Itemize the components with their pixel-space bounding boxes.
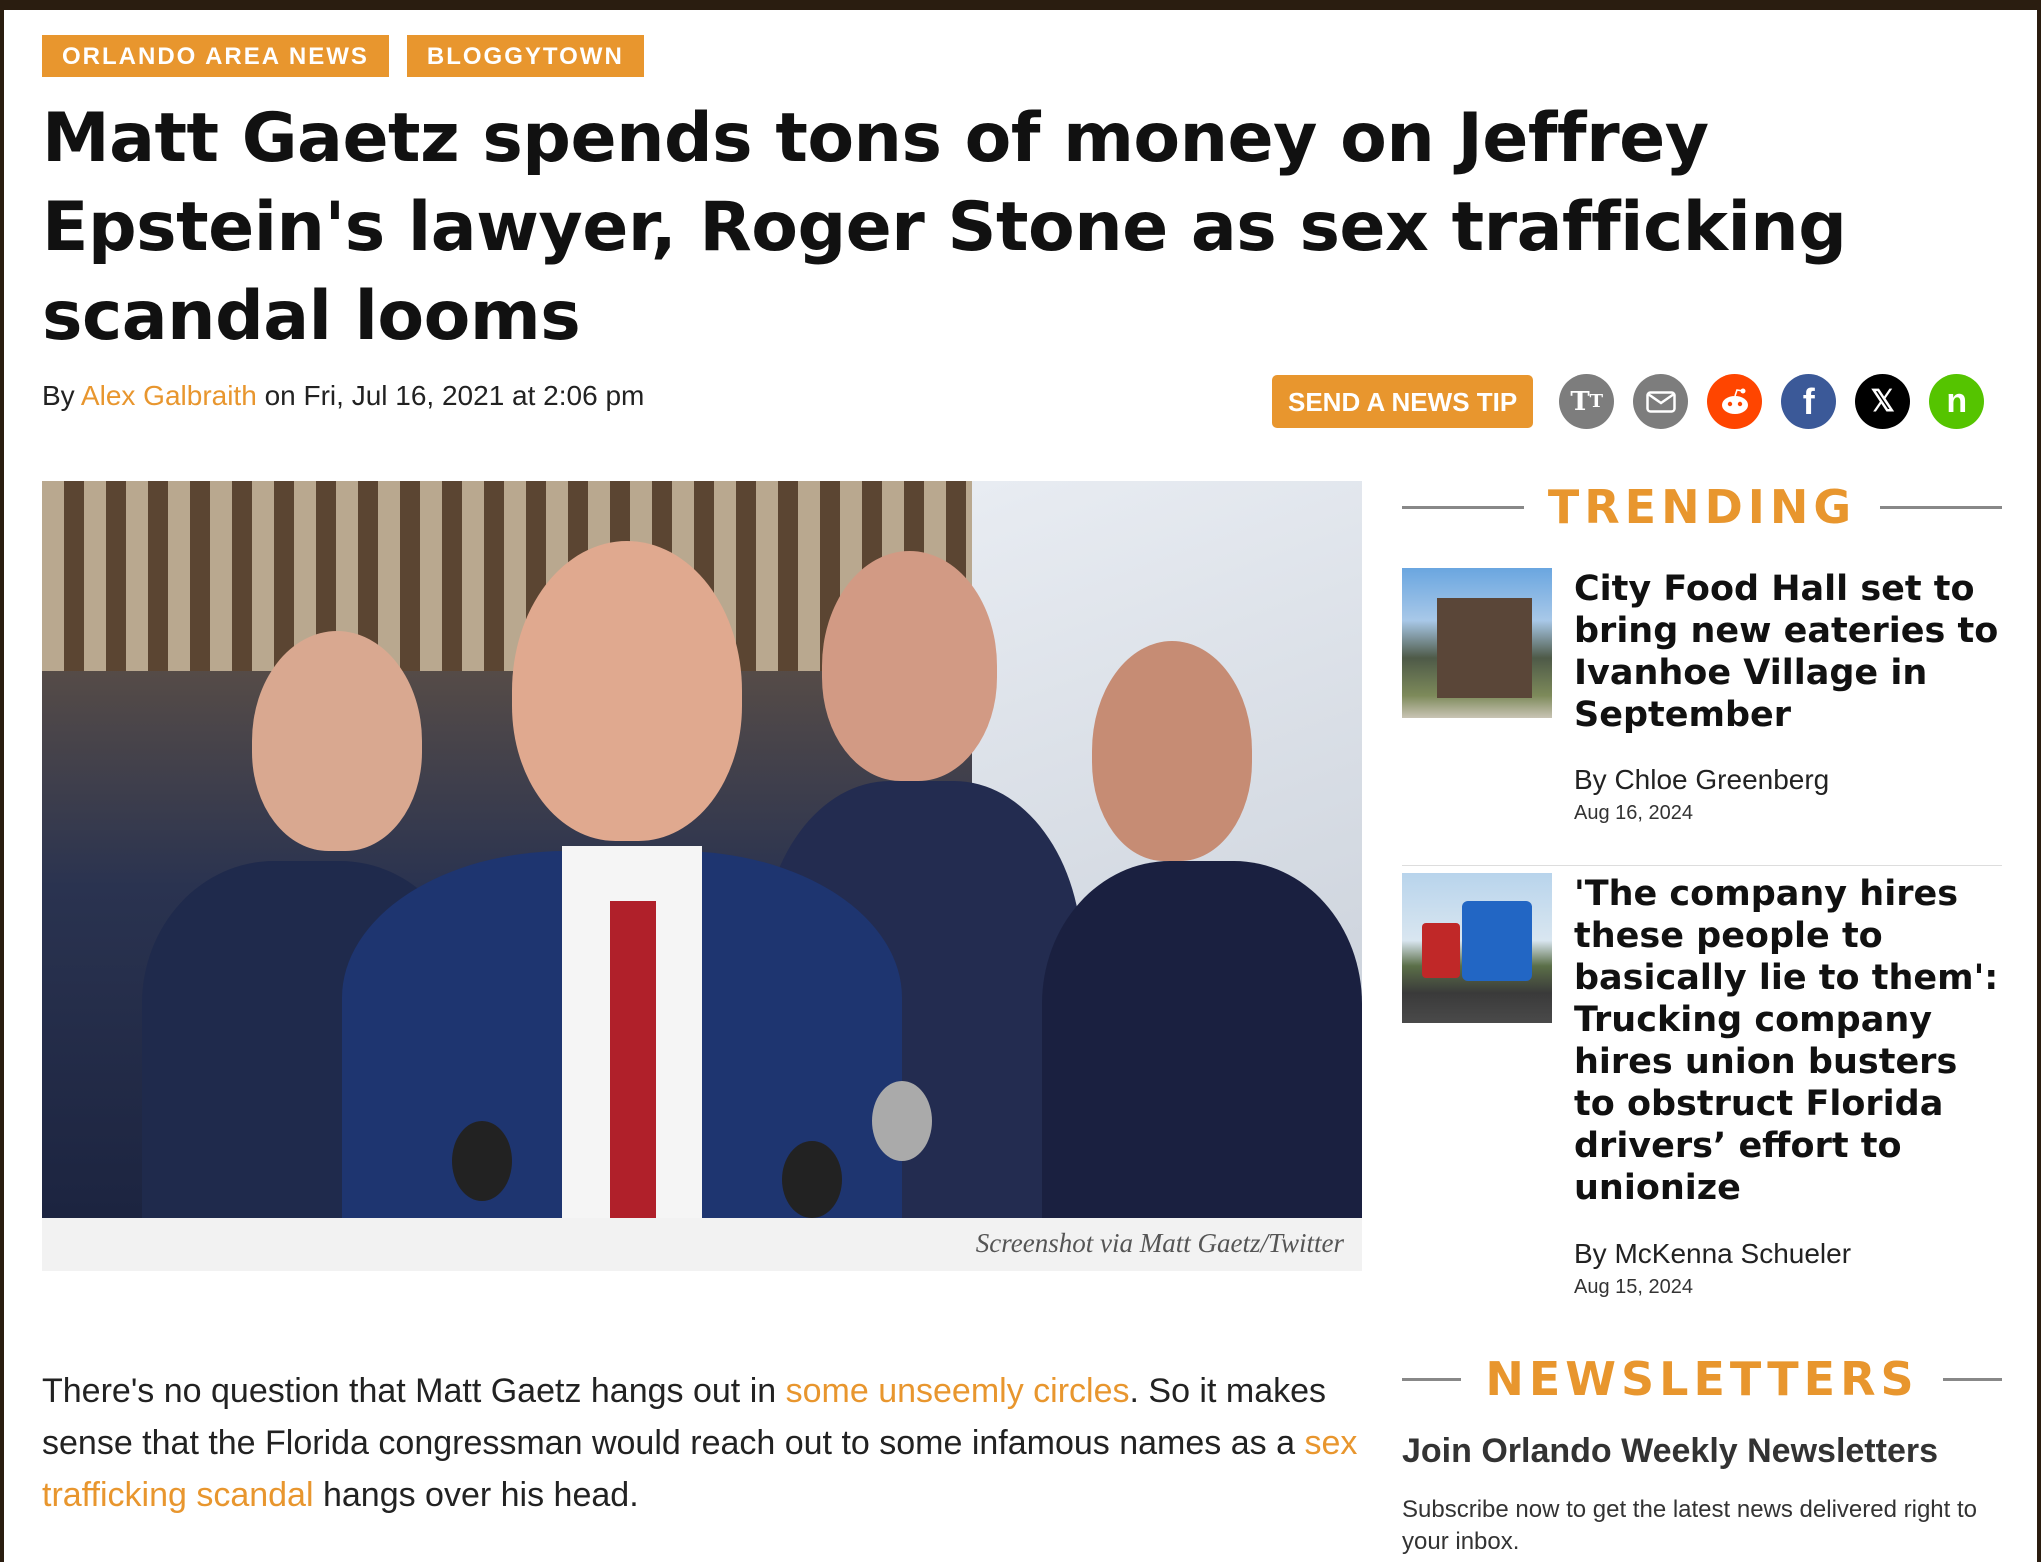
unseemly-circles-link[interactable]: some unseemly circles (786, 1372, 1130, 1410)
tag-bloggytown[interactable]: Bloggytown (406, 35, 644, 77)
body-text: hangs over his head. (313, 1476, 639, 1514)
article-headline: Matt Gaetz spends tons of money on Jeffr… (42, 99, 1847, 356)
speaker-face (512, 541, 742, 841)
microphone (782, 1141, 842, 1218)
person-right (1092, 641, 1252, 861)
microphone (452, 1121, 512, 1201)
trucking-thumbnail[interactable] (1402, 873, 1552, 1023)
divider (1942, 1377, 2002, 1381)
person-left (252, 631, 422, 851)
trending-item[interactable]: City Food Hall set to bring new eateries… (1402, 568, 2002, 828)
tag-orlando-area-news[interactable]: Orlando Area News (42, 35, 389, 77)
newsletters-label: NEWSLETTERS (1485, 1352, 1919, 1406)
trending-title[interactable]: City Food Hall set to bring new eateries… (1574, 568, 2004, 736)
byline-prefix: By (42, 380, 81, 411)
suit-right (1042, 861, 1362, 1218)
newsletter-description: Subscribe now to get the latest news del… (1402, 1496, 1977, 1555)
article-page: Orlando Area News Bloggytown Matt Gaetz … (4, 10, 2037, 1562)
trending-header: TRENDING (1402, 480, 2002, 534)
trending-date: Aug 16, 2024 (1574, 802, 1693, 824)
building-shape (1437, 598, 1532, 698)
food-hall-thumbnail[interactable] (1402, 568, 1552, 718)
category-tags: Orlando Area News Bloggytown (42, 35, 644, 77)
hero-image (42, 481, 1362, 1218)
speaker-tie (610, 901, 656, 1218)
trending-item[interactable]: 'The company hires these people to basic… (1402, 873, 2002, 1303)
send-news-tip-button[interactable]: SEND A NEWS TIP (1272, 375, 1534, 428)
trending-author: By McKenna Schueler (1574, 1238, 1852, 1269)
newsletter-title: Join Orlando Weekly Newsletters (1402, 1432, 1938, 1470)
truck-shape (1462, 901, 1532, 981)
truck-shape (1422, 923, 1460, 978)
article-actions: SEND A NEWS TIP TT f 𝕏 n (1272, 374, 1985, 429)
article-body: There's no question that Matt Gaetz hang… (42, 1365, 1362, 1521)
reddit-icon[interactable] (1707, 374, 1763, 429)
trending-label: TRENDING (1547, 480, 1857, 534)
publish-date: on Fri, Jul 16, 2021 at 2:06 pm (256, 380, 645, 411)
byline: By Alex Galbraith on Fri, Jul 16, 2021 a… (42, 380, 644, 412)
divider (1402, 505, 1524, 509)
divider (1402, 1377, 1462, 1381)
microphone (872, 1081, 932, 1161)
author-link[interactable]: Alex Galbraith (81, 380, 257, 411)
email-icon[interactable] (1633, 374, 1689, 429)
facebook-icon[interactable]: f (1781, 374, 1837, 429)
trending-date: Aug 15, 2024 (1574, 1276, 1693, 1298)
body-text: There's no question that Matt Gaetz hang… (42, 1372, 786, 1410)
trending-divider (1402, 865, 2002, 866)
trending-title[interactable]: 'The company hires these people to basic… (1574, 873, 2004, 1209)
x-icon[interactable]: 𝕏 (1855, 374, 1911, 429)
trending-author: By Chloe Greenberg (1574, 764, 1830, 795)
divider (1880, 505, 2002, 509)
text-size-icon[interactable]: TT (1559, 374, 1615, 429)
person-back (822, 551, 997, 781)
newsletters-header: NEWSLETTERS (1402, 1352, 2002, 1406)
image-caption: Screenshot via Matt Gaetz/Twitter (42, 1218, 1362, 1271)
nextdoor-icon[interactable]: n (1929, 374, 1985, 429)
